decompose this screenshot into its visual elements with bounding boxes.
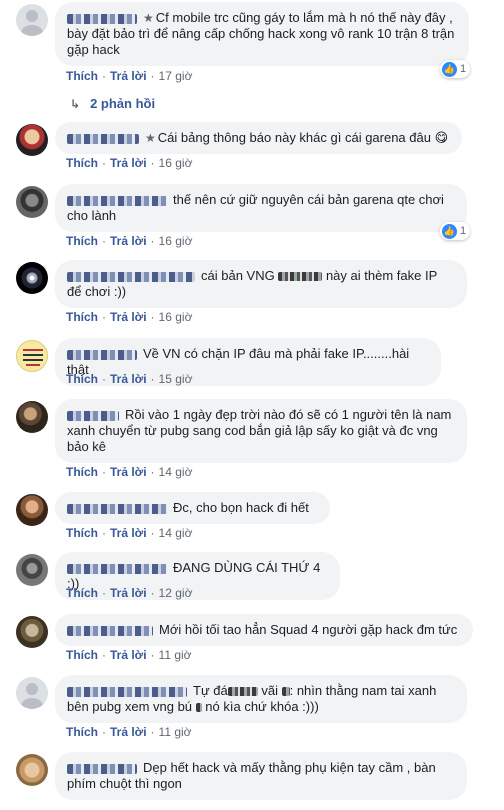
timestamp[interactable]: 11 giờ [159,648,192,662]
avatar[interactable] [16,754,48,786]
timestamp[interactable]: 16 giờ [159,156,193,170]
comment-actions: Thích · Trả lời · 12 giờ [66,586,193,600]
like-reaction-icon: 👍 [442,223,457,239]
top-fan-star-icon: ★ [143,11,154,25]
comment-text: Mới hồi tối tao hẳn Squad 4 người gặp ha… [159,622,458,637]
reply-link[interactable]: Trả lời [110,465,147,479]
like-link[interactable]: Thích [66,465,98,479]
like-link[interactable]: Thích [66,526,98,540]
blurred-author-name[interactable] [67,271,195,282]
reply-link[interactable]: Trả lời [110,586,147,600]
like-link[interactable]: Thích [66,156,98,170]
blurred-text [227,687,258,697]
reaction-count[interactable]: 👍 1 [440,222,471,240]
reply-link[interactable]: Trả lời [110,372,147,386]
comment-text: Đc, cho bọn hack đi hết [173,500,309,515]
timestamp[interactable]: 11 giờ [159,725,192,739]
timestamp[interactable]: 12 giờ [159,586,193,600]
avatar[interactable] [16,186,48,218]
emoji: 😋 [434,130,449,145]
comment-actions: Thích · Trả lời · 15 giờ [66,372,193,386]
poster-avatar-icon [23,349,43,366]
comment-bubble: Mới hồi tối tao hẳn Squad 4 người gặp ha… [55,614,473,646]
comment-actions: Thích · Trả lời · 16 giờ [66,234,193,248]
like-reaction-icon: 👍 [442,61,457,77]
reaction-count[interactable]: 👍 1 [440,60,471,78]
comment-text-part: nó kìa chứ khóa :))) [205,699,319,714]
comment-bubble: thế nên cứ giữ nguyên cái bản garena qte… [55,184,467,232]
blurred-author-name[interactable] [67,763,137,774]
blurred-text [278,272,323,282]
comment-text-part: cái bản VNG [201,268,275,283]
reply-link[interactable]: Trả lời [110,310,147,324]
comment-actions: Thích · Trả lời · 17 giờ [66,69,193,83]
like-link[interactable]: Thích [66,372,98,386]
timestamp[interactable]: 17 giờ [159,69,193,83]
like-link[interactable]: Thích [66,234,98,248]
reply-link[interactable]: Trả lời [110,526,147,540]
timestamp[interactable]: 16 giờ [159,310,193,324]
default-avatar-icon [21,10,43,36]
comment-text: Rồi vào 1 ngày đẹp trời nào đó sẽ có 1 n… [67,407,452,454]
comment-bubble: Tự đá vãi : nhìn thằng nam tai xanh bên … [55,675,467,723]
comment-actions: Thích · Trả lời · 16 giờ [66,156,193,170]
comment-actions: Thích · Trả lời · 11 giờ [66,648,192,662]
comment-bubble: Đc, cho bọn hack đi hết [55,492,330,524]
comment-actions: Thích · Trả lời · 16 giờ [66,310,193,324]
blurred-author-name[interactable] [67,410,119,421]
default-avatar-icon [21,683,43,709]
blurred-author-name[interactable] [67,686,187,697]
like-link[interactable]: Thích [66,725,98,739]
avatar[interactable] [16,262,48,294]
comment-text: Cái bảng thông báo này khác gì cái garen… [157,130,431,145]
timestamp[interactable]: 14 giờ [159,526,193,540]
blurred-author-name[interactable] [67,625,153,636]
avatar[interactable] [16,677,48,709]
blurred-author-name[interactable] [67,195,167,206]
like-link[interactable]: Thích [66,310,98,324]
avatar[interactable] [16,4,48,36]
avatar[interactable] [16,554,48,586]
avatar[interactable] [16,124,48,156]
like-link[interactable]: Thích [66,69,98,83]
comment-bubble: Dẹp hết hack và mấy thằng phụ kiện tay c… [55,752,467,800]
reply-link[interactable]: Trả lời [110,648,147,662]
blurred-author-name[interactable] [67,13,137,24]
comment-bubble: ★ Cf mobile trc cũng gáy to lắm mà h nó t… [55,2,469,66]
reply-link[interactable]: Trả lời [110,69,147,83]
comment-actions: Thích · Trả lời · 14 giờ [66,526,193,540]
like-link[interactable]: Thích [66,648,98,662]
timestamp[interactable]: 14 giờ [159,465,193,479]
blurred-text [281,687,290,697]
avatar[interactable] [16,340,48,372]
like-link[interactable]: Thích [66,586,98,600]
avatar[interactable] [16,401,48,433]
blurred-author-name[interactable] [67,563,167,574]
timestamp[interactable]: 15 giờ [159,372,193,386]
blurred-author-name[interactable] [67,349,137,360]
view-replies-link[interactable]: ↳ 2 phản hồi [70,96,155,111]
comment-bubble: ★ Cái bảng thông báo này khác gì cái gare… [55,122,462,154]
top-fan-star-icon: ★ [145,131,156,145]
comment-text-part: vãi [261,683,278,698]
comment-actions: Thích · Trả lời · 11 giờ [66,725,192,739]
blurred-author-name[interactable] [67,503,167,514]
blurred-author-name[interactable] [67,133,139,144]
timestamp[interactable]: 16 giờ [159,234,193,248]
comment-text-part: Tự đá [193,683,228,698]
blurred-text [195,703,202,713]
reply-link[interactable]: Trả lời [110,156,147,170]
replies-count[interactable]: 2 phản hồi [90,96,155,111]
avatar[interactable] [16,616,48,648]
reply-arrow-icon: ↳ [70,96,81,111]
comment-actions: Thích · Trả lời · 14 giờ [66,465,193,479]
avatar[interactable] [16,494,48,526]
comment-bubble: Rồi vào 1 ngày đẹp trời nào đó sẽ có 1 n… [55,399,467,463]
reply-link[interactable]: Trả lời [110,725,147,739]
reply-link[interactable]: Trả lời [110,234,147,248]
comment-bubble: cái bản VNG này ai thèm fake IP để chơi … [55,260,467,308]
